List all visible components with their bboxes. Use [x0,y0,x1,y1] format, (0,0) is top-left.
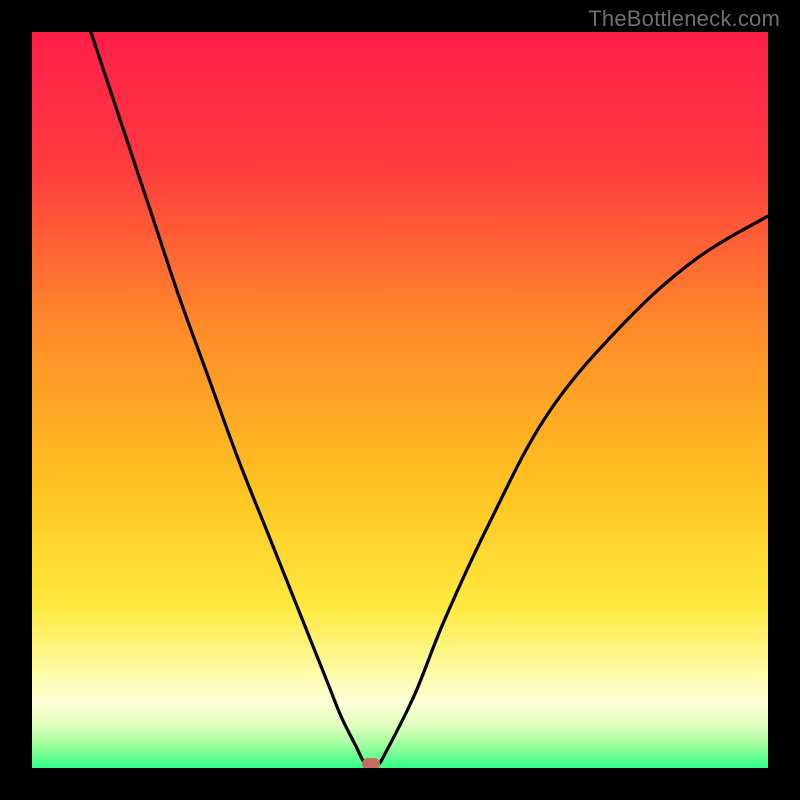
optimum-marker [362,758,380,768]
chart-frame: TheBottleneck.com [0,0,800,800]
plot-area [32,32,768,768]
bottleneck-curve [32,32,768,768]
watermark-text: TheBottleneck.com [588,6,780,32]
